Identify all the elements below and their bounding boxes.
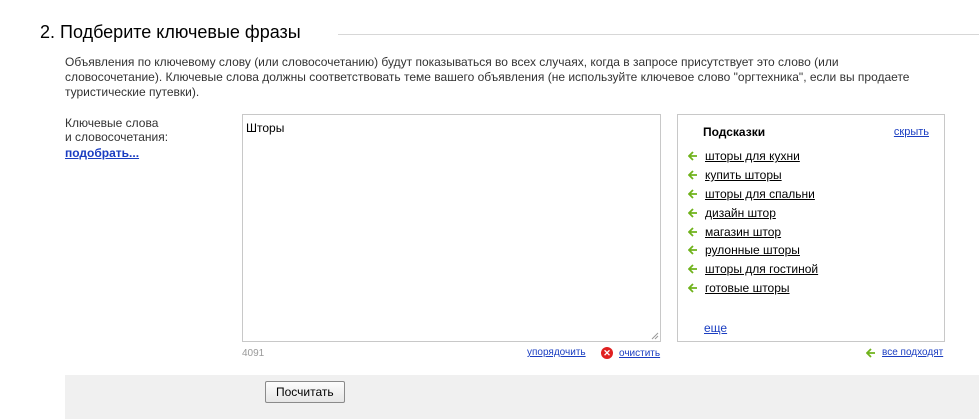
hints-list: шторы для кухни купить шторы шторы для с… [688, 147, 818, 297]
arrow-left-icon [688, 283, 697, 293]
section-title: 2. Подберите ключевые фразы [40, 22, 301, 42]
hints-panel: Подсказки скрыть шторы для кухни купить … [677, 114, 945, 342]
section-description: Объявления по ключевому слову (или слово… [65, 55, 910, 99]
keywords-box [242, 114, 661, 342]
hints-title: Подсказки [703, 125, 766, 139]
hint-item[interactable]: дизайн штор [688, 203, 818, 222]
hint-text[interactable]: купить шторы [705, 168, 782, 182]
hint-text[interactable]: магазин штор [705, 225, 781, 239]
arrow-left-icon [688, 208, 697, 218]
resize-grip-icon[interactable] [651, 332, 659, 340]
char-counter: 4091 [242, 348, 265, 359]
arrow-left-icon [688, 151, 697, 162]
calculate-button[interactable]: Посчитать [265, 381, 345, 403]
clear-icon: ✕ [601, 347, 613, 359]
hint-item[interactable]: готовые шторы [688, 279, 818, 298]
pick-keywords-link[interactable]: подобрать... [65, 146, 139, 160]
arrow-left-icon [688, 189, 697, 199]
all-fit-button[interactable]: все подходят [866, 347, 943, 358]
hint-text[interactable]: шторы для кухни [705, 149, 800, 163]
hint-text[interactable]: шторы для спальни [705, 187, 815, 201]
hint-item[interactable]: магазин штор [688, 222, 818, 241]
arrow-left-icon [688, 226, 697, 237]
arrow-left-icon [866, 347, 875, 358]
hint-item[interactable]: рулонные шторы [688, 241, 818, 260]
hint-item[interactable]: шторы для гостиной [688, 260, 818, 279]
title-divider [338, 34, 979, 35]
keywords-label-line2: и словосочетания: [65, 130, 169, 144]
arrow-left-icon [688, 264, 697, 274]
arrow-left-icon [688, 170, 697, 180]
all-fit-link[interactable]: все подходят [882, 347, 943, 358]
sort-link[interactable]: упорядочить [527, 347, 586, 358]
hint-text[interactable]: шторы для гостиной [705, 262, 818, 276]
hint-text[interactable]: дизайн штор [705, 206, 776, 220]
clear-button[interactable]: ✕ очистить [601, 346, 660, 360]
hint-item[interactable]: шторы для спальни [688, 185, 818, 204]
more-hints-link[interactable]: еще [704, 321, 727, 335]
hide-hints-link[interactable]: скрыть [894, 126, 929, 138]
keywords-label-line1: Ключевые слова [65, 116, 159, 130]
keywords-textarea[interactable] [243, 115, 660, 341]
hint-item[interactable]: купить шторы [688, 166, 818, 185]
hint-item[interactable]: шторы для кухни [688, 147, 818, 166]
footer-bar [65, 375, 979, 419]
arrow-left-icon [688, 245, 697, 256]
hint-text[interactable]: рулонные шторы [705, 243, 800, 257]
hint-text[interactable]: готовые шторы [705, 281, 790, 295]
keywords-label: Ключевые слова и словосочетания: подобра… [65, 116, 215, 160]
clear-link[interactable]: очистить [619, 348, 660, 359]
